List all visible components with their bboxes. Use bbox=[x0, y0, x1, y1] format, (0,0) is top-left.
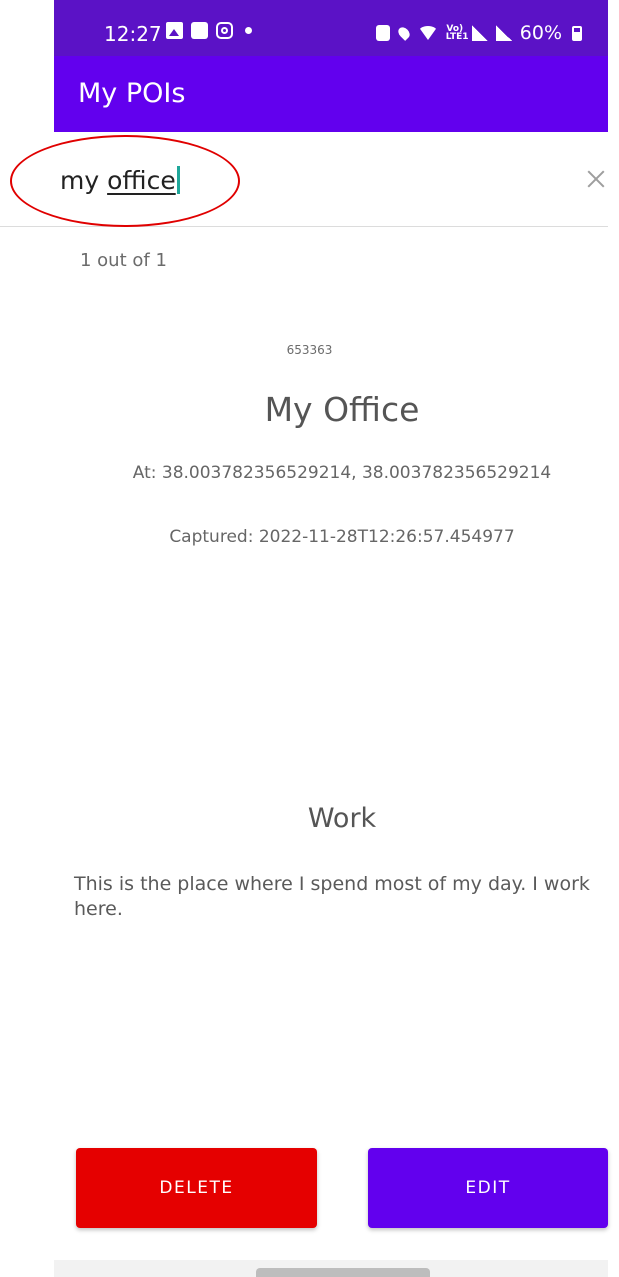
notification-icons bbox=[166, 22, 252, 39]
search-input[interactable]: my office bbox=[60, 166, 180, 195]
location-icon bbox=[395, 25, 412, 41]
battery-icon bbox=[572, 25, 582, 41]
more-notifications-dot-icon bbox=[245, 27, 252, 34]
home-handle[interactable] bbox=[256, 1268, 430, 1277]
search-bar: my office bbox=[0, 132, 608, 227]
delete-button[interactable]: DELETE bbox=[76, 1148, 317, 1228]
poi-id: 653363 bbox=[286, 343, 333, 357]
search-text-prefix: my bbox=[60, 166, 108, 195]
close-icon[interactable] bbox=[582, 166, 610, 194]
poi-description: This is the place where I spend most of … bbox=[74, 873, 590, 920]
gallery-icon bbox=[166, 22, 183, 39]
app-title: My POIs bbox=[78, 78, 186, 109]
teams-icon bbox=[191, 22, 208, 39]
instagram-icon bbox=[216, 22, 233, 39]
battery-percent: 60% bbox=[519, 22, 562, 44]
search-text-composing: office bbox=[107, 166, 176, 195]
signal-2-icon bbox=[495, 25, 512, 41]
poi-screen: 12:27 Vo) LTE1 60% My POIs my office 1 ou… bbox=[0, 0, 619, 1277]
app-bar: My POIs bbox=[54, 56, 608, 132]
result-count: 1 out of 1 bbox=[80, 250, 167, 271]
poi-captured-time: Captured: 2022-11-28T12:26:57.454977 bbox=[169, 527, 515, 547]
poi-category: Work bbox=[307, 803, 377, 834]
system-icons: Vo) LTE1 60% bbox=[375, 22, 582, 44]
edit-button[interactable]: EDIT bbox=[368, 1148, 608, 1228]
navigation-bar bbox=[54, 1260, 608, 1277]
poi-name: My Office bbox=[264, 390, 420, 429]
signal-1-icon bbox=[471, 25, 488, 41]
status-bar: 12:27 Vo) LTE1 60% bbox=[54, 0, 608, 56]
status-time: 12:27 bbox=[104, 22, 162, 46]
mute-icon bbox=[375, 25, 390, 41]
wifi-icon bbox=[417, 26, 438, 40]
text-cursor bbox=[176, 166, 180, 194]
volte-icon: Vo) LTE1 bbox=[445, 24, 469, 42]
poi-coordinates: At: 38.003782356529214, 38.0037823565292… bbox=[132, 463, 552, 483]
